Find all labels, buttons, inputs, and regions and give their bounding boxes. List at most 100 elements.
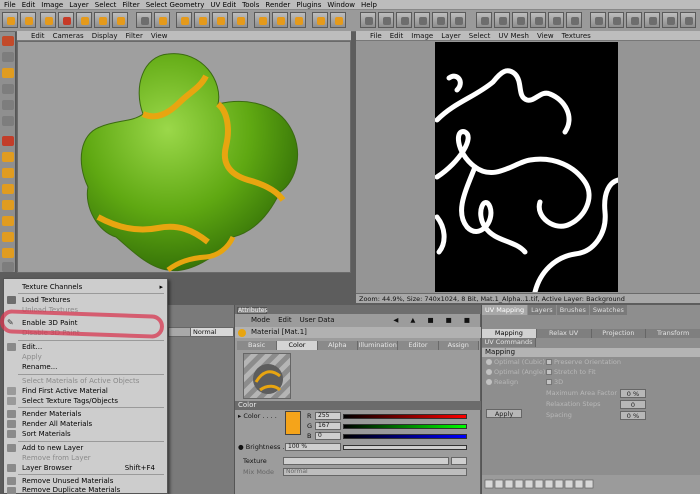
menu-item-render-all-materials[interactable]: Render All Materials [4,419,167,429]
menu-layer[interactable]: Layer [69,1,89,9]
axis-y-icon[interactable] [194,12,210,28]
option-optimal-angle[interactable]: Optimal (Angle) [486,368,545,377]
menu-edit[interactable]: Edit [22,1,36,9]
uv-polygons-icon[interactable] [432,12,448,28]
menu-item-apply[interactable]: Apply [4,352,167,362]
smudge-icon[interactable] [548,12,564,28]
stamp-tool-icon[interactable] [2,232,14,242]
attr-menu-user-data[interactable]: User Data [300,316,335,324]
clone-icon[interactable] [530,12,546,28]
option-realign[interactable]: Realign [486,378,518,387]
render-region-icon[interactable] [272,12,288,28]
paint-icon[interactable] [136,12,152,28]
brightness-field[interactable]: 100 % [285,443,341,451]
point-tool-icon[interactable] [2,100,14,110]
tab-illumination[interactable]: Illumination [357,341,399,350]
fill-tool-icon[interactable] [2,200,14,210]
menu-filter[interactable]: Filter [122,1,139,9]
brush-tool-icon[interactable] [2,136,14,146]
menu-item-select-materials-of-active-objects[interactable]: Select Materials of Active Objects [4,376,167,386]
spline-icon[interactable] [330,12,346,28]
projection-icon[interactable] [396,12,412,28]
check-stretch-to-fit[interactable]: Stretch to Fit [546,368,596,377]
tab-uv-commands[interactable]: UV Commands [482,338,536,347]
vp-menu-display[interactable]: Display [92,32,118,40]
attributes-tab[interactable]: Attributes [237,307,268,314]
tab-swatches[interactable]: Swatches [589,305,627,315]
tab-transform[interactable]: Transform [646,329,700,338]
undo-icon[interactable] [2,12,18,28]
tv-menu-edit[interactable]: Edit [390,32,404,40]
menu-item-remove-duplicate-materials[interactable]: Remove Duplicate Materials [4,486,167,494]
axis-tool-icon[interactable] [2,84,14,94]
g-slider[interactable] [343,424,467,429]
brightness-slider[interactable] [343,445,467,450]
menu-uv-edit[interactable]: UV Edit [210,1,236,9]
option-optimal-cubic[interactable]: Optimal (Cubic) [486,358,545,367]
texture-canvas[interactable] [435,42,618,292]
check-preserve-orientation[interactable]: Preserve Orientation [546,358,621,367]
render-view-icon[interactable] [254,12,270,28]
vp-menu-edit[interactable]: Edit [31,32,45,40]
mix-mode-select[interactable]: Normal [283,468,467,476]
vp-menu-filter[interactable]: Filter [126,32,143,40]
tab-mapping[interactable]: Mapping [482,329,537,338]
coordinate-icon[interactable] [232,12,248,28]
view-options-icon[interactable] [680,12,696,28]
paint-mode-icon[interactable] [378,12,394,28]
menu-item-sort-materials[interactable]: Sort Materials [4,429,167,439]
scale-icon[interactable] [94,12,110,28]
view-split-icon[interactable] [608,12,624,28]
tab-layers[interactable]: Layers [528,305,556,315]
b-value-field[interactable]: 0 [315,432,341,440]
view-single-icon[interactable] [590,12,606,28]
tv-menu-layer[interactable]: Layer [441,32,461,40]
spacing-field[interactable]: 0 % [620,411,646,420]
tab-basic[interactable]: Basic [237,341,278,350]
attr-menu-mode[interactable]: Mode [251,316,270,324]
uv-points-icon[interactable] [414,12,430,28]
3d-viewport[interactable] [17,41,351,273]
drop-tool-icon[interactable] [2,216,14,226]
menu-render[interactable]: Render [265,1,290,9]
tab-uv-mapping[interactable]: UV Mapping [482,305,528,315]
tv-menu-select[interactable]: Select [469,32,491,40]
menu-image[interactable]: Image [41,1,63,9]
g-value-field[interactable]: 167 [315,422,341,430]
menu-tools[interactable]: Tools [242,1,259,9]
menu-item-edit[interactable]: Edit... [4,342,167,352]
blend-mode-select[interactable]: Normal [190,327,234,337]
tab-editor[interactable]: Editor [398,341,439,350]
menu-plugins[interactable]: Plugins [296,1,321,9]
view-horizontal-icon[interactable] [662,12,678,28]
menu-item-load-textures[interactable]: Load Textures [4,295,167,305]
texture-view[interactable] [356,41,700,293]
live-select-icon[interactable] [40,12,56,28]
vp-menu-view[interactable]: View [151,32,168,40]
r-value-field[interactable]: 255 [315,412,341,420]
texture-browse-button[interactable] [451,457,467,465]
brush-icon[interactable] [154,12,170,28]
menu-window[interactable]: Window [327,1,355,9]
pencil-tool-icon[interactable] [2,152,14,162]
tv-menu-view[interactable]: View [537,32,554,40]
menu-help[interactable]: Help [361,1,377,9]
menu-item-rename[interactable]: Rename... [4,362,167,372]
menu-select-geometry[interactable]: Select Geometry [146,1,205,9]
view-vertical-icon[interactable] [644,12,660,28]
paint-brush-icon[interactable] [476,12,492,28]
r-slider[interactable] [343,414,467,419]
tv-menu-file[interactable]: File [370,32,382,40]
menu-item-select-texture-tags[interactable]: Select Texture Tags/Objects [4,396,167,406]
move-icon[interactable] [76,12,92,28]
smear-tool-icon[interactable] [2,184,14,194]
tab-color[interactable]: Color [277,341,318,350]
attr-menu-edit[interactable]: Edit [278,316,292,324]
axis-x-icon[interactable] [176,12,192,28]
star-tool-icon[interactable] [2,248,14,258]
check-3d[interactable]: 3D [546,378,563,387]
axis-z-icon[interactable] [212,12,228,28]
view-quad-icon[interactable] [626,12,642,28]
edge-tool-icon[interactable] [2,116,14,126]
tab-brushes[interactable]: Brushes [556,305,589,315]
